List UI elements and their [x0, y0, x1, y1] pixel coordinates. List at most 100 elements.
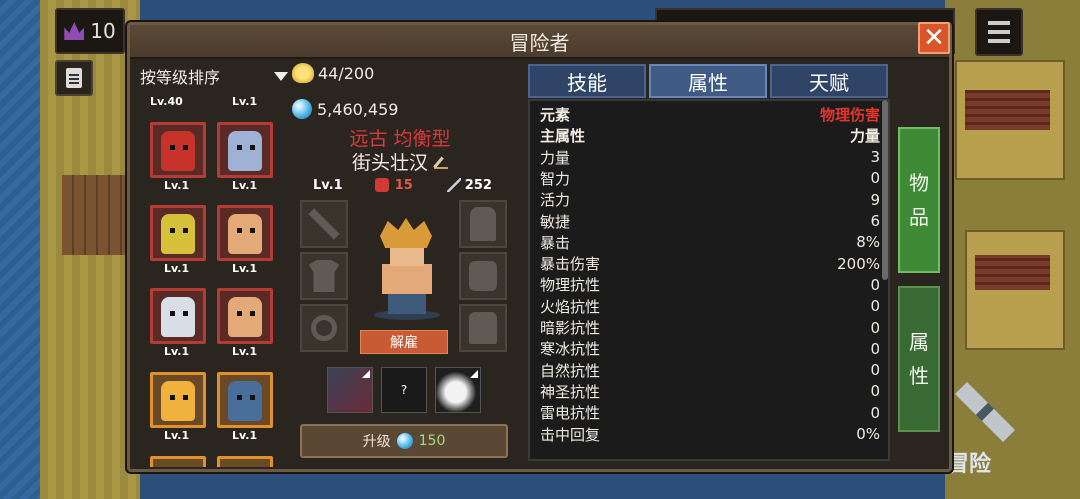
hero-portrait[interactable] — [217, 456, 273, 467]
attribute-row: 神圣抗性 0 — [540, 381, 880, 402]
chevron-down-icon — [274, 71, 288, 81]
hero-attack: 15 — [394, 177, 413, 193]
fist-icon — [374, 178, 389, 192]
hero-type: 远古 均衡型 — [349, 128, 451, 150]
boots-icon — [469, 312, 497, 344]
attribute-name: 主属性 — [540, 127, 586, 146]
attribute-value: 物理伤害 — [819, 106, 880, 124]
hero-level-label: Lv.1 — [232, 95, 258, 108]
hero-portrait[interactable] — [150, 456, 206, 467]
boots-slot[interactable] — [459, 304, 507, 352]
hero-level-label: Lv.1 — [164, 345, 190, 358]
adventure-button[interactable]: 冒险 — [945, 372, 1025, 477]
sort-label: 按等级排序 — [140, 68, 221, 87]
attribute-name: 智力 — [540, 169, 571, 188]
attribute-value: 200% — [837, 254, 880, 273]
attribute-value: 8% — [856, 233, 880, 252]
attribute-value: 0 — [870, 275, 880, 294]
hero-portrait[interactable] — [150, 372, 206, 428]
attribute-list[interactable]: 元素 物理伤害 主属性 力量 力量 3 智力 0 活力 9 敏捷 6 暴击 8% 暴击伤害 200% 物理抗性 0… — [528, 99, 890, 461]
close-icon: ✕ — [923, 23, 945, 53]
attribute-value: 0 — [870, 403, 880, 422]
hero-portrait[interactable] — [150, 288, 206, 344]
attribute-name: 自然抗性 — [540, 361, 601, 380]
quest-button[interactable] — [55, 60, 93, 96]
attribute-name: 雷电抗性 — [540, 404, 601, 423]
hero-portrait[interactable] — [217, 205, 273, 261]
hero-stats: Lv.1 15 252 — [298, 175, 508, 195]
dismiss-button[interactable]: 解雇 — [360, 330, 448, 354]
hero-name-row: 街头壮汉 — [290, 148, 510, 175]
upgrade-label: 升级 — [362, 434, 391, 450]
armor-slot[interactable] — [300, 252, 348, 300]
hero-portrait[interactable] — [150, 122, 206, 178]
hero-level-label: Lv.1 — [164, 179, 190, 192]
detail-tabs: 技能 属性 天赋 — [528, 64, 888, 98]
hero-level-label: Lv.1 — [232, 179, 258, 192]
weapon-slot[interactable] — [300, 200, 348, 248]
corner-arrow-icon — [362, 370, 370, 378]
crown-icon — [64, 22, 85, 40]
attribute-name: 寒冰抗性 — [540, 340, 601, 359]
hero-durability: 252 — [464, 177, 492, 193]
hero-level-label: Lv.1 — [232, 429, 258, 442]
skill-slot[interactable] — [435, 367, 481, 413]
attribute-name: 暗影抗性 — [540, 319, 601, 337]
unknown-skill-label: ? — [400, 383, 408, 397]
tab-skills[interactable]: 技能 — [528, 64, 646, 98]
attribute-row: 敏捷 6 — [540, 211, 880, 232]
ring-slot[interactable] — [300, 304, 348, 352]
attribute-value: 0 — [870, 382, 880, 401]
skill-slot-empty[interactable]: ? — [381, 367, 427, 413]
adventure-label: 冒险 — [947, 452, 992, 477]
attribute-row: 雷电抗性 0 — [540, 402, 880, 423]
corner-arrow-icon — [470, 370, 478, 378]
attribute-name: 暴击伤害 — [540, 255, 601, 274]
items-button[interactable]: 物 品 — [898, 127, 940, 273]
attribute-row: 暴击伤害 200% — [540, 253, 880, 274]
attribute-row: 自然抗性 0 — [540, 360, 880, 381]
gem-balance-value: 5,460,459 — [317, 99, 399, 119]
attribute-name: 击中回复 — [540, 425, 601, 444]
attribute-value: 3 — [870, 148, 880, 167]
attribute-scrollbar[interactable] — [882, 100, 888, 280]
tab-talents[interactable]: 天赋 — [770, 64, 888, 98]
edit-icon[interactable] — [434, 155, 448, 169]
skill-slot[interactable] — [327, 367, 373, 413]
sword-icon — [446, 178, 461, 192]
shirt-icon — [309, 260, 339, 292]
gold-hero-icon — [292, 63, 314, 83]
hero-portrait[interactable] — [217, 372, 273, 428]
hero-level-label: Lv.40 — [150, 95, 183, 108]
clipboard-icon — [66, 68, 82, 88]
helmet-icon — [470, 207, 496, 241]
close-button[interactable]: ✕ — [918, 22, 950, 54]
attribute-value: 0 — [870, 318, 880, 337]
sort-dropdown[interactable]: 按等级排序 — [140, 64, 288, 88]
attribute-name: 暴击 — [540, 233, 571, 252]
gem-icon — [292, 99, 312, 119]
gem-icon — [396, 433, 413, 449]
hero-level-label: Lv.1 — [164, 429, 190, 442]
menu-button[interactable] — [975, 8, 1023, 56]
attributes-button[interactable]: 属 性 — [898, 286, 940, 432]
gloves-slot[interactable] — [459, 252, 507, 300]
hero-level: Lv.1 — [313, 177, 343, 193]
hero-portrait[interactable] — [217, 288, 273, 344]
attribute-row: 智力 0 — [540, 168, 880, 189]
menu-icon — [988, 21, 1010, 25]
attribute-value: 0% — [856, 425, 880, 443]
upgrade-button[interactable]: 升级 150 — [300, 424, 508, 458]
helmet-slot[interactable] — [459, 200, 507, 248]
hero-list[interactable]: Lv.40 Lv.1 Lv.1 Lv.1 Lv.1 Lv.1 Lv.1 Lv.1… — [140, 92, 288, 467]
attribute-name: 元素 — [540, 106, 571, 124]
hero-portrait[interactable] — [150, 205, 206, 261]
gloves-icon — [469, 261, 497, 291]
tab-skills-label: 技能 — [567, 70, 607, 95]
hero-portrait[interactable] — [217, 122, 273, 178]
sword-icon — [955, 382, 1015, 442]
tab-attributes[interactable]: 属性 — [649, 64, 767, 98]
attribute-value: 9 — [870, 190, 880, 209]
window-title: 冒险者 — [509, 30, 570, 55]
guild-level-badge[interactable]: 10 — [55, 8, 125, 54]
